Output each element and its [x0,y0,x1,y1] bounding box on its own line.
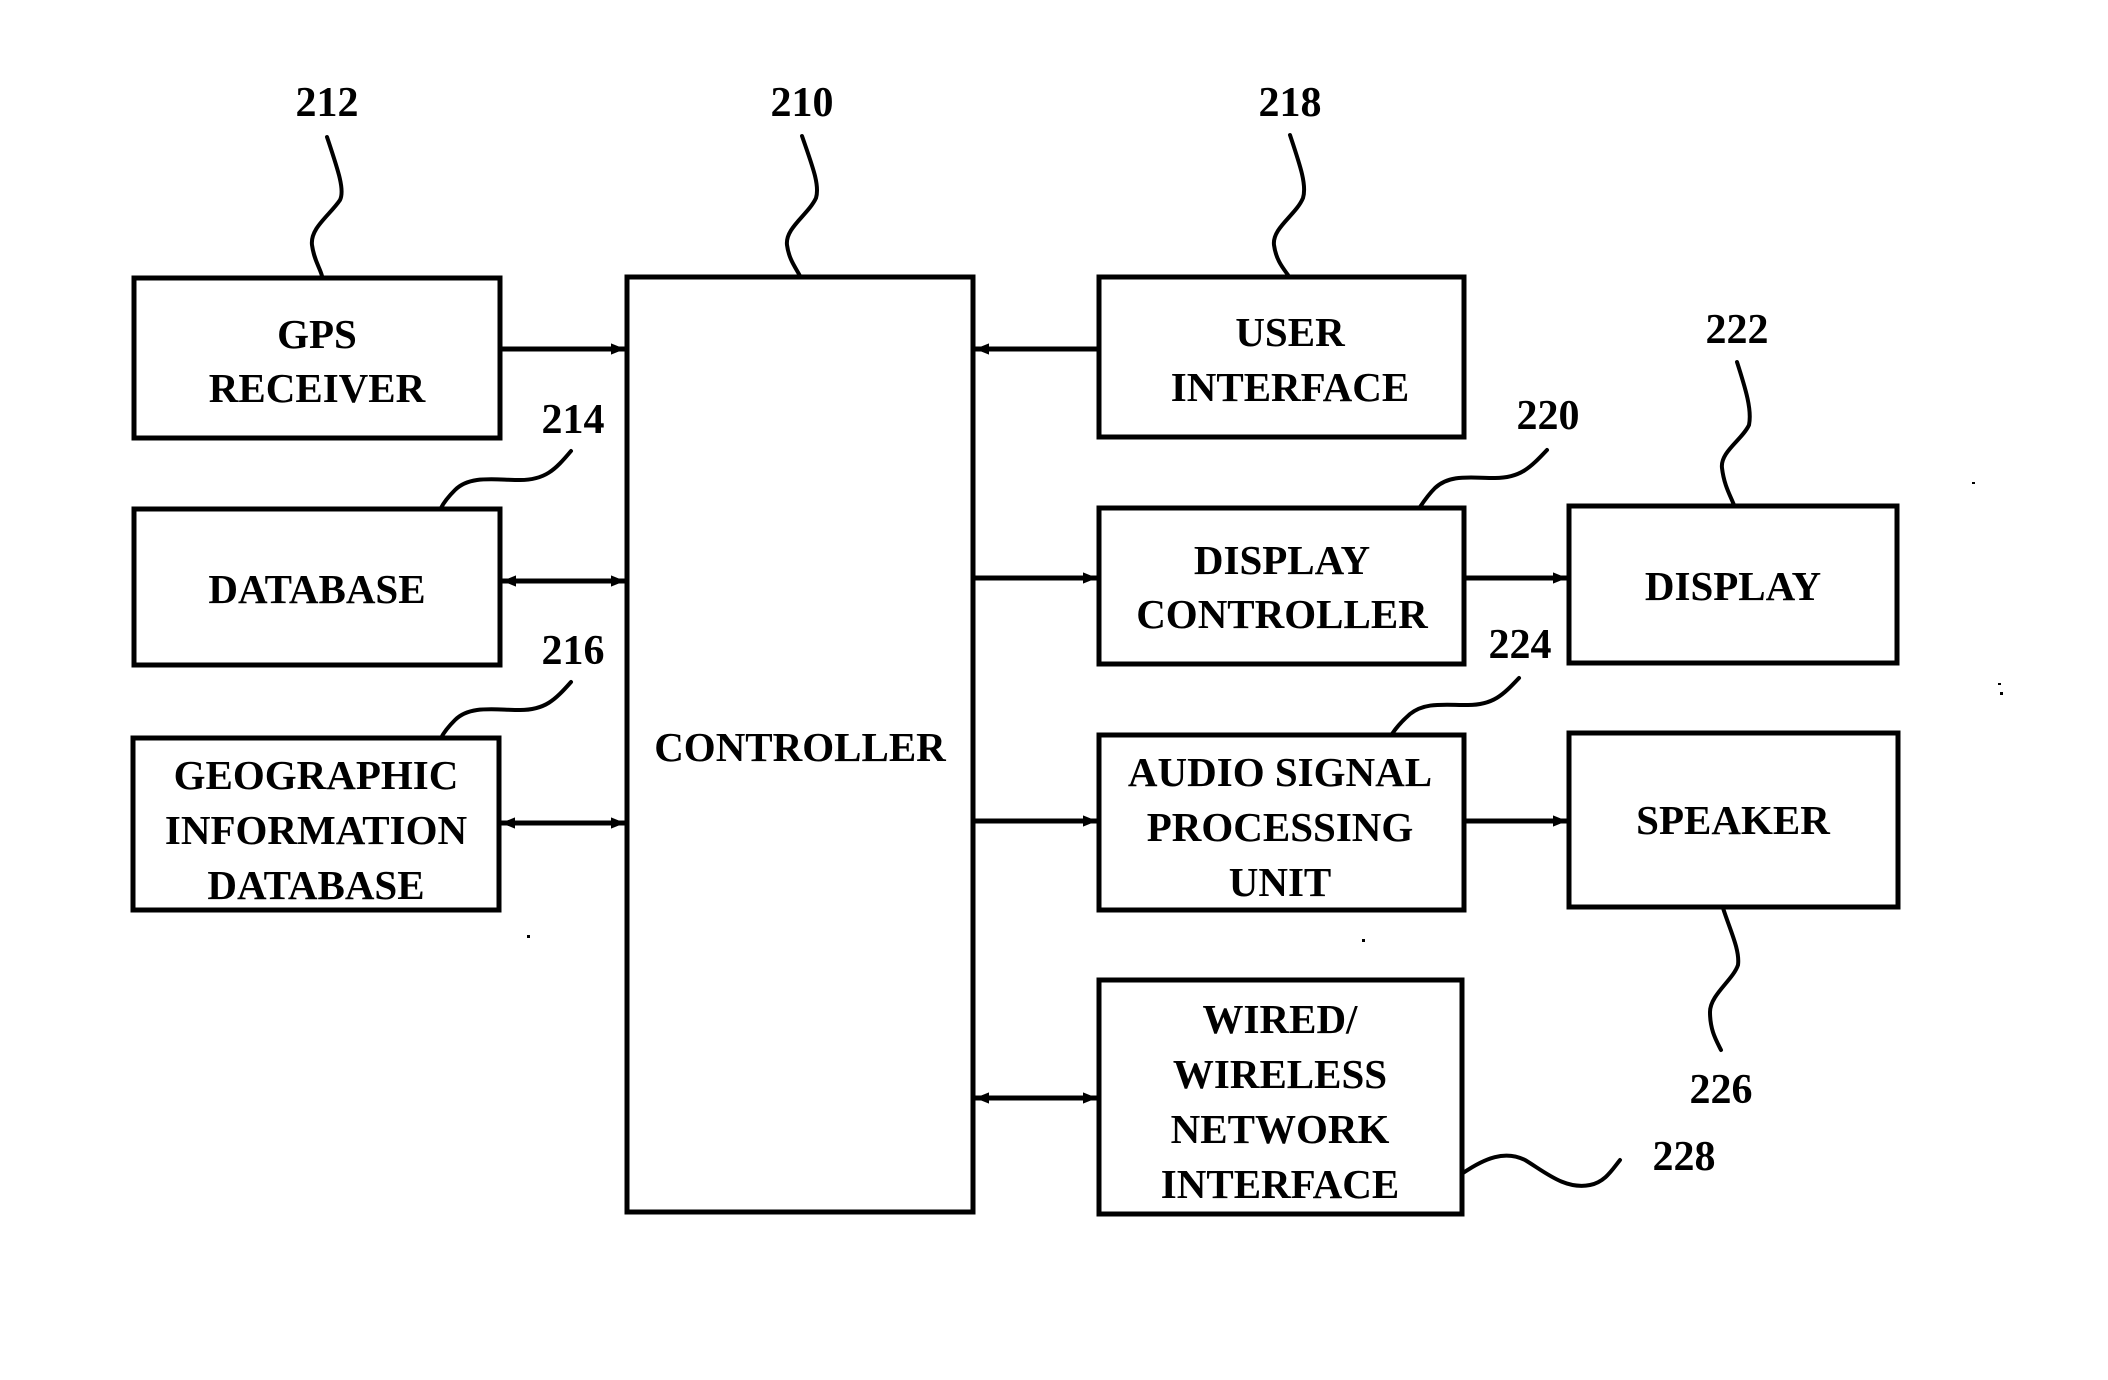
network-label-line-1: WIRED/ [1203,996,1359,1042]
scan-speck [1362,939,1365,942]
user-interface-box [1096,274,1467,440]
scan-speck [2000,692,2003,695]
gps-label-line-2: RECEIVER [209,365,426,411]
database-block: DATABASE [131,506,503,668]
ui-label-line-1: USER [1235,309,1345,355]
network-label-line-4: INTERFACE [1161,1161,1399,1207]
ref-222: 222 [1706,307,1769,507]
geo-db-label-line-3: DATABASE [207,862,424,908]
ref-label-214: 214 [542,397,605,443]
audio-signal-processing-unit-block: AUDIO SIGNAL PROCESSING UNIT [1096,732,1467,913]
ref-label-220: 220 [1517,393,1580,439]
leader-line-222 [1719,360,1752,507]
ref-228: 228 [1461,1134,1716,1188]
geo-db-label-line-1: GEOGRAPHIC [174,752,459,798]
ref-label-228: 228 [1653,1134,1716,1180]
scan-speck [1972,482,1975,484]
ref-label-210: 210 [771,80,834,126]
ref-label-212: 212 [296,80,359,126]
leader-line-226 [1707,906,1741,1052]
display-controller-block: DISPLAY CONTROLLER [1096,505,1467,667]
network-interface-block: WIRED/ WIRELESS NETWORK INTERFACE [1096,977,1465,1217]
ref-label-216: 216 [542,628,605,674]
display-ctrl-label-line-1: DISPLAY [1194,537,1370,583]
display-ctrl-label-line-2: CONTROLLER [1136,591,1428,637]
ref-label-224: 224 [1489,622,1552,668]
leader-line-218 [1271,133,1307,277]
speaker-block: SPEAKER [1566,730,1901,910]
leader-line-224 [1390,676,1521,736]
audio-label-line-3: UNIT [1229,859,1332,905]
ref-210: 210 [771,80,834,278]
database-label: DATABASE [208,566,425,612]
geographic-information-database-block: GEOGRAPHIC INFORMATION DATABASE [130,735,502,913]
controller-block: CONTROLLER [624,274,976,1215]
display-label: DISPLAY [1645,563,1821,609]
ui-label-line-2: INTERFACE [1171,364,1409,410]
network-label-line-2: WIRELESS [1173,1051,1387,1097]
scan-speck [1998,683,2001,685]
gps-receiver-box [131,275,503,441]
controller-label: CONTROLLER [654,724,946,770]
ref-label-222: 222 [1706,307,1769,353]
user-interface-block: USER INTERFACE [1096,274,1467,440]
ref-label-226: 226 [1690,1067,1753,1113]
audio-label-line-2: PROCESSING [1147,804,1414,850]
ref-226: 226 [1690,906,1753,1113]
leader-line-210 [784,134,819,278]
ref-212: 212 [296,80,359,278]
block-diagram: CONTROLLER GPS RECEIVER DATABASE GEOGRAP… [130,80,2003,1217]
leader-line-220 [1418,448,1549,509]
display-controller-box [1096,505,1467,667]
network-label-line-3: NETWORK [1171,1106,1390,1152]
gps-label-line-1: GPS [277,311,357,357]
ref-label-218: 218 [1259,80,1322,126]
speaker-label: SPEAKER [1636,797,1830,843]
scan-speck [527,935,530,938]
display-block: DISPLAY [1566,503,1900,666]
leader-line-228 [1461,1153,1622,1188]
leader-line-214 [439,449,573,510]
geo-db-label-line-2: INFORMATION [165,807,468,853]
leader-line-212 [309,135,344,278]
audio-label-line-1: AUDIO SIGNAL [1128,749,1432,795]
leader-line-216 [439,680,573,740]
gps-receiver-block: GPS RECEIVER [131,275,503,441]
ref-218: 218 [1259,80,1322,277]
